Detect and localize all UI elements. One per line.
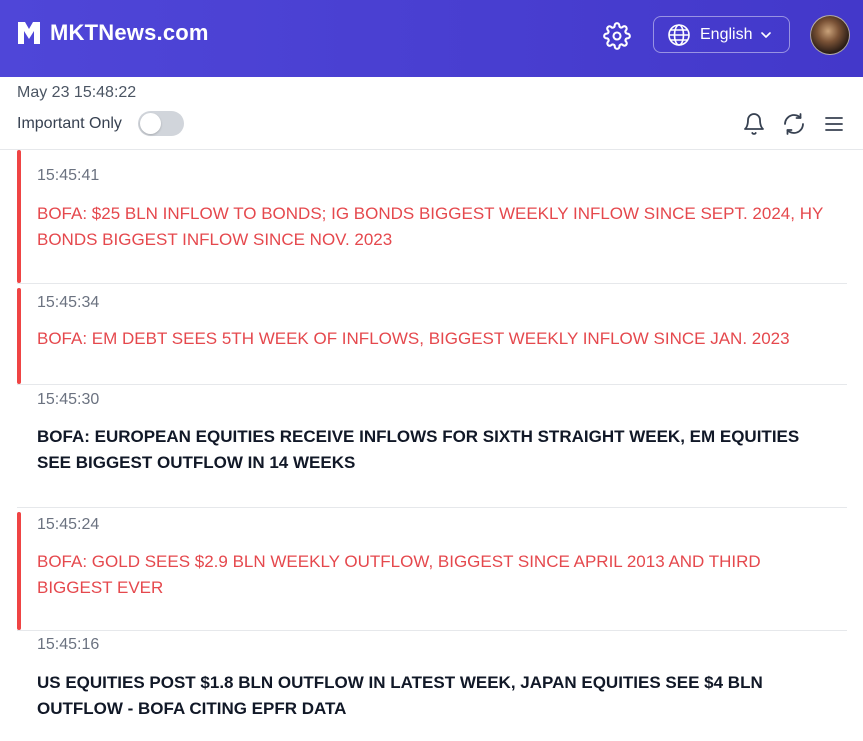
news-item[interactable]: 15:45:30 BOFA: EUROPEAN EQUITIES RECEIVE… [17, 385, 847, 508]
bell-icon [744, 113, 764, 135]
gear-icon [603, 22, 631, 50]
feed-toolbar: May 23 15:48:22 Important Only [0, 77, 863, 150]
important-only-toggle[interactable] [138, 111, 184, 136]
news-feed: 15:45:41 BOFA: $25 BLN INFLOW TO BONDS; … [0, 150, 863, 741]
logo-icon [18, 22, 40, 44]
news-headline: BOFA: $25 BLN INFLOW TO BONDS; IG BONDS … [37, 204, 824, 249]
menu-button[interactable] [822, 112, 846, 136]
settings-button[interactable] [603, 22, 631, 50]
important-only-label: Important Only [17, 115, 122, 132]
language-label: English [700, 25, 753, 43]
user-avatar[interactable] [810, 15, 850, 55]
news-item[interactable]: 15:45:16 US EQUITIES POST $1.8 BLN OUTFL… [17, 631, 847, 741]
news-time: 15:45:30 [37, 391, 100, 408]
news-time: 15:45:16 [37, 636, 100, 653]
news-item[interactable]: 15:45:34 BOFA: EM DEBT SEES 5TH WEEK OF … [17, 288, 847, 385]
news-item[interactable]: 15:45:24 BOFA: GOLD SEES $2.9 BLN WEEKLY… [17, 512, 847, 631]
news-time: 15:45:34 [37, 294, 100, 311]
news-item[interactable]: 15:45:41 BOFA: $25 BLN INFLOW TO BONDS; … [17, 150, 847, 284]
brand-name: MKTNews.com [50, 20, 209, 45]
brand-logo[interactable]: MKTNews.com [16, 20, 209, 46]
globe-icon [668, 23, 690, 46]
language-selector[interactable]: English [653, 16, 790, 53]
news-headline: US EQUITIES POST $1.8 BLN OUTFLOW IN LAT… [37, 673, 763, 718]
news-time: 15:45:24 [37, 516, 100, 533]
chevron-down-icon [761, 31, 772, 38]
refresh-button[interactable] [782, 112, 806, 136]
refresh-icon [784, 113, 804, 135]
top-header: MKTNews.com English [0, 0, 863, 77]
menu-icon [825, 117, 843, 131]
news-headline: BOFA: EUROPEAN EQUITIES RECEIVE INFLOWS … [37, 427, 800, 472]
current-datetime: May 23 15:48:22 [17, 84, 137, 101]
news-headline: BOFA: EM DEBT SEES 5TH WEEK OF INFLOWS, … [37, 329, 790, 348]
toggle-knob [140, 113, 161, 134]
news-headline: BOFA: GOLD SEES $2.9 BLN WEEKLY OUTFLOW,… [37, 552, 761, 597]
notification-button[interactable] [742, 112, 766, 136]
news-time: 15:45:41 [37, 167, 100, 184]
